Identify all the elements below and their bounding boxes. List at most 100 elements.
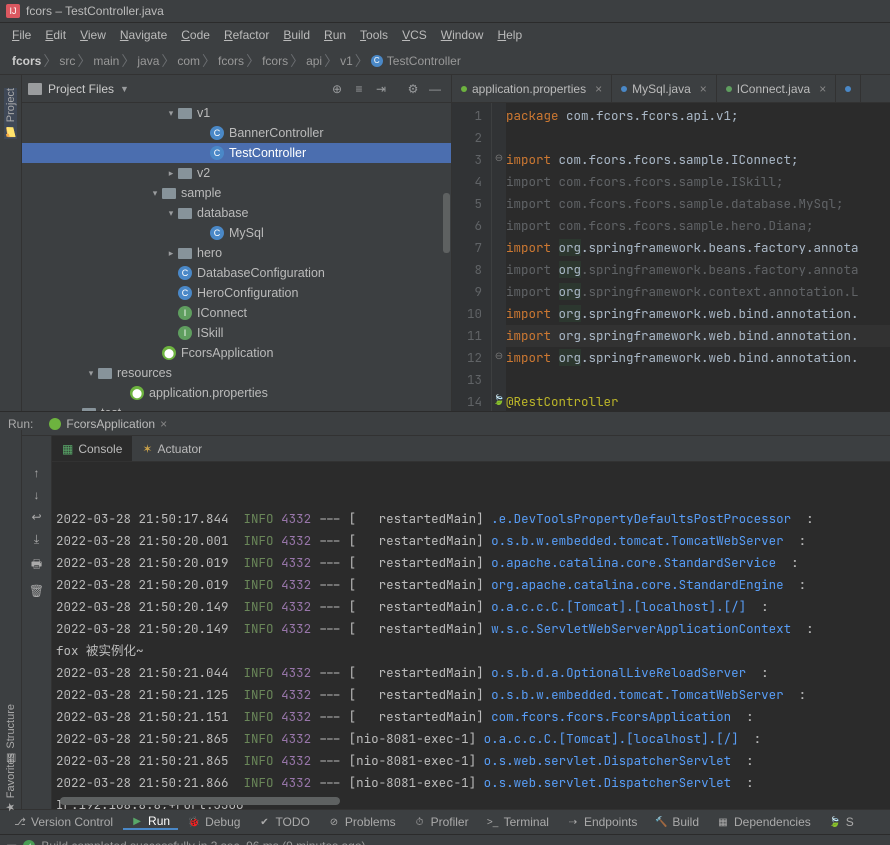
editor-tab-more[interactable] bbox=[836, 75, 861, 102]
tree-item-heroconfiguration[interactable]: CHeroConfiguration bbox=[22, 283, 451, 303]
toolwindow-run-tab[interactable]: ▶Run bbox=[123, 814, 178, 830]
project-tree[interactable]: ▾v1CBannerControllerCTestController▸v2▾s… bbox=[22, 103, 451, 411]
toolwindow-terminal-tab[interactable]: >_Terminal bbox=[479, 815, 557, 829]
scrollbar-thumb[interactable] bbox=[443, 193, 450, 253]
menu-code[interactable]: Code bbox=[175, 26, 216, 44]
locate-icon[interactable]: ⊕ bbox=[327, 79, 347, 99]
toolwindow-favorites-tab[interactable]: ★ Favorites bbox=[4, 753, 17, 812]
tree-item-iconnect[interactable]: IIConnect bbox=[22, 303, 451, 323]
toolwindow-version-control-tab[interactable]: ⎇Version Control bbox=[6, 815, 121, 829]
tree-item-v2[interactable]: ▸v2 bbox=[22, 163, 451, 183]
menu-run[interactable]: Run bbox=[318, 26, 352, 44]
editor-tab-application-properties[interactable]: application.properties× bbox=[452, 75, 612, 102]
tree-item-sample[interactable]: ▾sample bbox=[22, 183, 451, 203]
editor-body[interactable]: 1234567891011121314 ⊖ ⊖ 🍃 package com.fc… bbox=[452, 103, 890, 411]
close-icon[interactable]: × bbox=[595, 82, 602, 96]
dropdown-icon[interactable]: ▼ bbox=[120, 84, 129, 94]
tree-item-label: hero bbox=[197, 246, 222, 260]
tree-item-resources[interactable]: ▾resources bbox=[22, 363, 451, 383]
menu-edit[interactable]: Edit bbox=[39, 26, 72, 44]
gear-icon[interactable]: ⚙ bbox=[403, 79, 423, 99]
print-button[interactable]: 🖶 bbox=[31, 555, 42, 576]
menu-navigate[interactable]: Navigate bbox=[114, 26, 173, 44]
tree-item-iskill[interactable]: IISkill bbox=[22, 323, 451, 343]
down-button[interactable]: ↓ bbox=[34, 488, 40, 502]
chevron-icon[interactable]: ▸ bbox=[166, 168, 176, 179]
toolwindow-todo-tab[interactable]: ✔TODO bbox=[250, 815, 317, 829]
close-icon[interactable]: × bbox=[819, 82, 826, 96]
toolwindow-s-tab[interactable]: 🍃S bbox=[821, 815, 862, 829]
crumb-fcors[interactable]: fcors bbox=[258, 54, 292, 68]
toolwindow-endpoints-tab[interactable]: ⇢Endpoints bbox=[559, 815, 645, 829]
folder-icon bbox=[178, 208, 192, 219]
console-tab[interactable]: ▦Console bbox=[52, 436, 132, 461]
toolwindow-problems-tab[interactable]: ⊘Problems bbox=[320, 815, 404, 829]
menu-tools[interactable]: Tools bbox=[354, 26, 394, 44]
toolwindow-dependencies-tab[interactable]: ▦Dependencies bbox=[709, 815, 819, 829]
chevron-icon[interactable]: ▾ bbox=[150, 188, 160, 199]
run-config-name: FcorsApplication bbox=[66, 417, 155, 431]
actuator-tab[interactable]: ✶Actuator bbox=[132, 436, 212, 461]
toolwindow-label: Debug bbox=[205, 815, 240, 829]
hide-icon[interactable]: — bbox=[425, 79, 445, 99]
crumb-fcors[interactable]: fcors bbox=[214, 54, 248, 68]
project-view-title[interactable]: Project Files bbox=[48, 82, 114, 96]
chevron-icon[interactable]: ▾ bbox=[166, 208, 176, 219]
code-area[interactable]: package com.fcors.fcors.api.v1; import c… bbox=[506, 103, 890, 411]
tree-item-bannercontroller[interactable]: CBannerController bbox=[22, 123, 451, 143]
tab-label: MySql.java bbox=[632, 82, 691, 96]
crumb-fcors[interactable]: fcors bbox=[8, 54, 45, 68]
tree-item-testcontroller[interactable]: CTestController bbox=[22, 143, 451, 163]
crumb-com[interactable]: com bbox=[173, 54, 204, 68]
tree-item-test[interactable]: ▸test bbox=[22, 403, 451, 411]
tree-item-application-properties[interactable]: ⬤application.properties bbox=[22, 383, 451, 403]
spring-icon: ⬤ bbox=[162, 346, 176, 360]
toolwindow-profiler-tab[interactable]: ⏱Profiler bbox=[406, 815, 477, 829]
tree-item-mysql[interactable]: CMySql bbox=[22, 223, 451, 243]
menu-vcs[interactable]: VCS bbox=[396, 26, 433, 44]
status-bar: ▭ ✓ Build completed successfully in 3 se… bbox=[0, 835, 890, 845]
status-bar-toggle[interactable]: ▭ bbox=[6, 839, 17, 845]
crumb-java[interactable]: java bbox=[133, 54, 163, 68]
tree-item-hero[interactable]: ▸ hero bbox=[22, 243, 451, 263]
chevron-icon[interactable]: ▸ bbox=[70, 408, 80, 412]
menu-view[interactable]: View bbox=[74, 26, 112, 44]
chevron-icon[interactable]: ▾ bbox=[86, 368, 96, 379]
scroll-end-button[interactable]: ⤓ bbox=[34, 532, 39, 547]
toolwindow-debug-tab[interactable]: 🐞Debug bbox=[180, 815, 248, 829]
close-icon[interactable]: × bbox=[700, 82, 707, 96]
menu-window[interactable]: Window bbox=[435, 26, 490, 44]
menu-help[interactable]: Help bbox=[491, 26, 528, 44]
fold-gutter[interactable]: ⊖ ⊖ 🍃 bbox=[492, 103, 506, 411]
tree-item-databaseconfiguration[interactable]: CDatabaseConfiguration bbox=[22, 263, 451, 283]
toolwindow-build-tab[interactable]: 🔨Build bbox=[647, 815, 707, 829]
chevron-icon[interactable]: ▸ bbox=[166, 248, 176, 259]
close-icon[interactable]: × bbox=[160, 417, 167, 431]
crumb-api[interactable]: api bbox=[302, 54, 326, 68]
expand-icon[interactable]: ≡ bbox=[349, 79, 369, 99]
tree-item-v1[interactable]: ▾v1 bbox=[22, 103, 451, 123]
crumb-main[interactable]: main bbox=[89, 54, 123, 68]
collapse-icon[interactable]: ⇥ bbox=[371, 79, 391, 99]
left-tool-strip-lower: ▤ Structure ★ Favorites bbox=[0, 430, 22, 797]
clear-button[interactable]: 🗑 bbox=[29, 584, 44, 598]
run-config-tab[interactable]: FcorsApplication × bbox=[41, 417, 175, 431]
editor-tab-mysql-java[interactable]: MySql.java × bbox=[612, 75, 717, 102]
menu-build[interactable]: Build bbox=[277, 26, 316, 44]
file-type-icon bbox=[621, 86, 627, 92]
chevron-icon[interactable]: ▾ bbox=[166, 108, 176, 119]
wrap-button[interactable]: ↩ bbox=[31, 510, 41, 524]
up-button[interactable]: ↑ bbox=[34, 466, 40, 480]
menu-file[interactable]: File bbox=[6, 26, 37, 44]
scrollbar-thumb[interactable] bbox=[60, 797, 340, 805]
tree-item-database[interactable]: ▾database bbox=[22, 203, 451, 223]
crumb-v1[interactable]: v1 bbox=[336, 54, 357, 68]
menu-refactor[interactable]: Refactor bbox=[218, 26, 275, 44]
editor-tab-iconnect-java[interactable]: IConnect.java× bbox=[717, 75, 836, 102]
toolwindow-icon: ✔ bbox=[258, 816, 270, 828]
crumb-src[interactable]: src bbox=[55, 54, 79, 68]
console-output[interactable]: 2022-03-28 21:50:17.844 INFO 4332 --- [ … bbox=[52, 462, 890, 809]
toolwindow-project-tab[interactable]: 📁 Project bbox=[4, 88, 17, 139]
crumb-TestController[interactable]: CTestController bbox=[367, 54, 465, 68]
tree-item-fcorsapplication[interactable]: ⬤FcorsApplication bbox=[22, 343, 451, 363]
